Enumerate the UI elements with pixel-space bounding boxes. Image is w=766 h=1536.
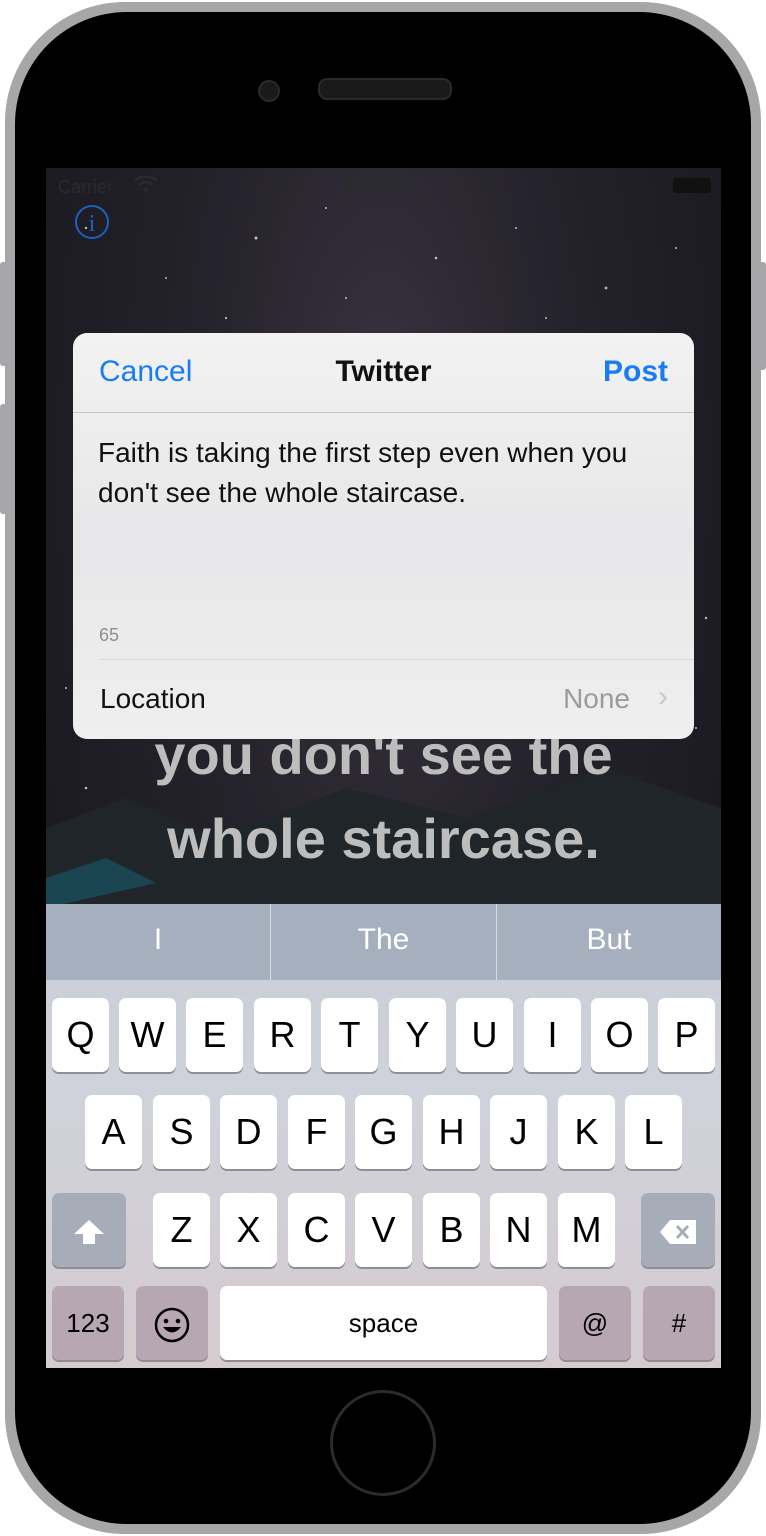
key-y[interactable]: Y — [389, 998, 446, 1072]
twitter-compose-sheet: Cancel Twitter Post Faith is taking the … — [73, 333, 694, 739]
at-key[interactable]: @ — [559, 1286, 631, 1360]
sheet-header: Cancel Twitter Post — [73, 333, 694, 413]
key-m[interactable]: M — [558, 1193, 615, 1267]
power-button — [758, 262, 766, 370]
shift-key[interactable] — [52, 1193, 126, 1267]
clock: 9:18 AM — [343, 177, 412, 197]
key-j[interactable]: J — [490, 1095, 547, 1169]
earpiece-speaker — [318, 78, 452, 100]
emoji-icon — [154, 1308, 190, 1343]
cancel-button[interactable]: Cancel — [99, 355, 192, 389]
key-e[interactable]: E — [186, 998, 243, 1072]
key-u[interactable]: U — [456, 998, 513, 1072]
tweet-text-field[interactable]: Faith is taking the first step even when… — [98, 433, 658, 513]
key-b[interactable]: B — [423, 1193, 480, 1267]
front-camera — [258, 80, 280, 102]
divider — [99, 659, 694, 660]
screen: Carrier 9:18 AM i you don't see the whol… — [46, 168, 721, 1368]
emoji-key[interactable] — [136, 1286, 208, 1360]
chevron-right-icon[interactable]: › — [658, 680, 668, 714]
key-r[interactable]: R — [254, 998, 311, 1072]
mute-switch — [0, 262, 8, 366]
key-h[interactable]: H — [423, 1095, 480, 1169]
key-s[interactable]: S — [153, 1095, 210, 1169]
volume-button — [0, 404, 8, 514]
key-w[interactable]: W — [119, 998, 176, 1072]
wifi-icon — [134, 176, 158, 192]
background-quote-line: whole staircase. — [167, 807, 600, 870]
shift-icon — [74, 1220, 104, 1245]
key-d[interactable]: D — [220, 1095, 277, 1169]
numbers-key[interactable]: 123 — [52, 1286, 124, 1360]
keyboard: I The But Q W E R T Y U I O P A S D F G … — [46, 904, 721, 1368]
key-c[interactable]: C — [288, 1193, 345, 1267]
key-q[interactable]: Q — [52, 998, 109, 1072]
key-i[interactable]: I — [524, 998, 581, 1072]
delete-icon — [660, 1220, 696, 1245]
key-x[interactable]: X — [220, 1193, 277, 1267]
key-a[interactable]: A — [85, 1095, 142, 1169]
location-value[interactable]: None — [563, 683, 630, 715]
carrier-label: Carrier — [58, 177, 114, 197]
location-label[interactable]: Location — [100, 683, 206, 715]
hash-key[interactable]: # — [643, 1286, 715, 1360]
key-g[interactable]: G — [355, 1095, 412, 1169]
key-t[interactable]: T — [321, 998, 378, 1072]
prediction-2[interactable]: The — [271, 904, 496, 980]
key-n[interactable]: N — [490, 1193, 547, 1267]
key-o[interactable]: O — [591, 998, 648, 1072]
home-button[interactable] — [330, 1390, 436, 1496]
key-l[interactable]: L — [625, 1095, 682, 1169]
post-button[interactable]: Post — [603, 355, 668, 389]
key-p[interactable]: P — [658, 998, 715, 1072]
key-z[interactable]: Z — [153, 1193, 210, 1267]
key-f[interactable]: F — [288, 1095, 345, 1169]
key-v[interactable]: V — [355, 1193, 412, 1267]
delete-key[interactable] — [641, 1193, 715, 1267]
status-bar: Carrier 9:18 AM — [46, 168, 721, 208]
character-count: 65 — [99, 625, 120, 645]
battery-icon — [673, 178, 711, 193]
info-icon[interactable]: i — [75, 205, 109, 239]
prediction-1[interactable]: I — [46, 904, 270, 980]
space-key[interactable]: space — [220, 1286, 547, 1360]
key-k[interactable]: K — [558, 1095, 615, 1169]
prediction-3[interactable]: But — [497, 904, 721, 980]
predictive-bar: I The But — [46, 904, 721, 980]
